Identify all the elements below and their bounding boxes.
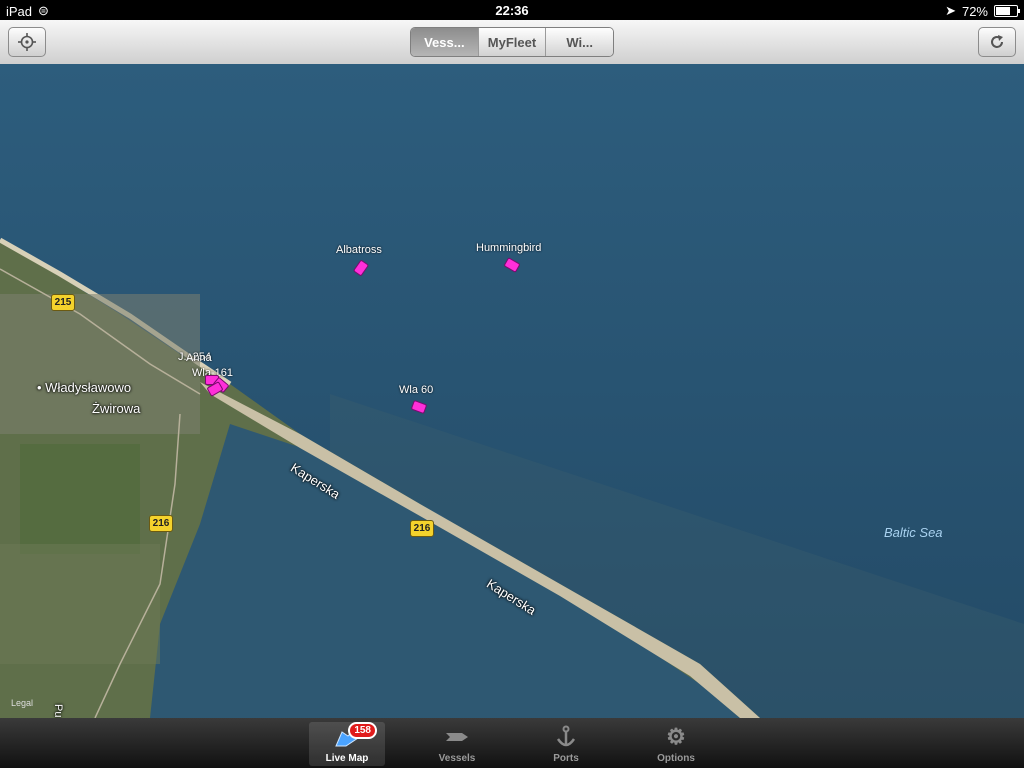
road-shield: 216 [410,520,434,537]
vessel-label[interactable]: Hummingbird [476,242,541,254]
street-label: Pu [52,704,64,718]
vessel-label[interactable]: Albatross [336,244,382,256]
town-name: Władysławowo [45,380,132,395]
vessel-label[interactable]: Anna [186,352,212,364]
locate-button[interactable] [8,27,46,57]
ship-icon [446,733,468,741]
status-time: 22:36 [495,3,529,18]
location-arrow-icon: ➤ [945,3,956,18]
town-label: Żwirowa [92,401,141,416]
battery-icon [994,5,1020,17]
battery-percent: 72% [961,3,988,19]
tab-label: Live Map [325,753,369,764]
tab-options[interactable]: ⚙ Options [638,722,714,766]
tab-icon-wrap: ⚙ [638,724,714,750]
tab-ports[interactable]: Ports [528,722,604,766]
crosshair-icon [18,33,36,51]
legal-link[interactable]: Legal [11,698,33,708]
tab-bar: 158 Live Map Vessels Ports ⚙ Options [0,718,1024,768]
navigation-bar: Vess... MyFleet Wi... [0,20,1024,65]
segment-vessels[interactable]: Vess... [411,28,478,56]
vessel-count-badge: 158 [348,722,377,739]
tab-vessels[interactable]: Vessels [419,722,495,766]
gear-icon: ⚙ [666,724,686,749]
refresh-button[interactable] [978,27,1016,57]
segment-myfleet[interactable]: MyFleet [477,28,546,56]
tab-icon-wrap [419,724,495,750]
vessel-label[interactable]: Wla 60 [399,384,433,396]
segment-wi[interactable]: Wi... [545,28,613,56]
view-segmented-control: Vess... MyFleet Wi... [410,27,614,57]
status-right: ➤ 72% [945,3,1020,19]
road-shield: 216 [149,515,173,532]
tab-label: Options [657,753,695,764]
tab-label: Ports [553,753,579,764]
tab-live-map[interactable]: 158 Live Map [309,722,385,766]
town-label: • Władysławowo [37,380,132,395]
battery-fill [996,7,1011,15]
sea-label: Baltic Sea [884,525,943,540]
refresh-icon [991,35,1003,48]
map-terrain [0,64,1024,718]
tab-label: Vessels [438,753,476,764]
road-shield: 215 [51,294,75,311]
anchor-icon [556,725,576,747]
tab-icon-wrap [528,724,604,750]
live-map[interactable]: Albatross Hummingbird Wla 60 J...254 Ann… [0,64,1024,718]
status-bar: iPad ⊜ 22:36 ➤ 72% [0,0,1024,20]
